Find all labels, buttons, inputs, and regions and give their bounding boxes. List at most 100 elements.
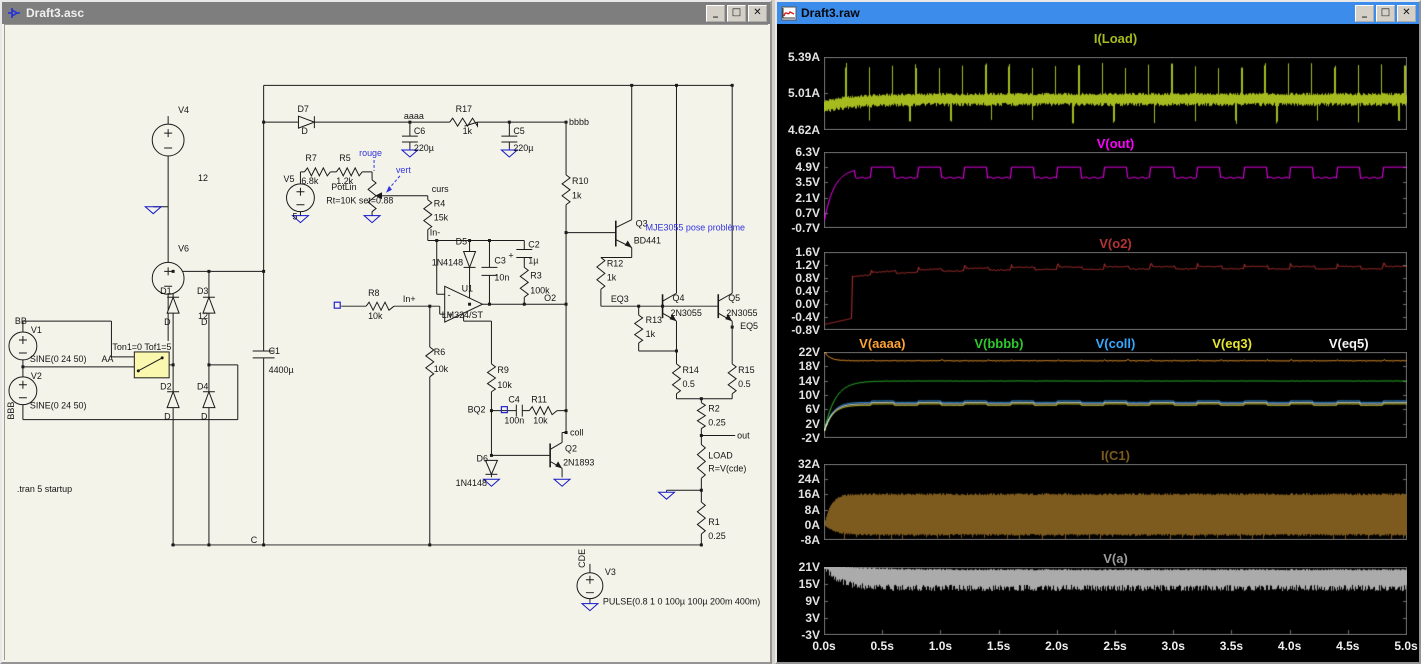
schematic-label: C2 bbox=[528, 239, 539, 249]
resistor-symbols bbox=[304, 118, 736, 534]
schematic-label: D bbox=[301, 126, 308, 136]
schematic-label: In+ bbox=[403, 294, 416, 304]
close-button[interactable]: ✕ bbox=[748, 5, 767, 22]
schematic-label: + bbox=[508, 250, 513, 260]
schematic-label: - bbox=[448, 290, 451, 300]
y-axis-tick-label: -0.4V bbox=[779, 310, 820, 324]
schematic-label: R12 bbox=[607, 258, 623, 268]
schematic-label: out bbox=[737, 430, 750, 440]
ltspice-waveform-icon bbox=[781, 6, 797, 21]
schematic-label: R11 bbox=[531, 395, 547, 405]
x-axis-tick-label: 3.0s bbox=[1162, 639, 1185, 653]
waveform-titlebar[interactable]: Draft3.raw _ □ ✕ bbox=[777, 2, 1419, 24]
y-axis-tick-label: 21V bbox=[779, 560, 820, 574]
schematic-label: D7 bbox=[297, 104, 308, 114]
voltage-source-symbols bbox=[9, 124, 603, 599]
schematic-label: 0.5 bbox=[738, 379, 750, 389]
schematic-canvas[interactable]: V412V612D7DaaaaC6220µR171kC5220µbbbbR101… bbox=[4, 24, 768, 660]
schematic-label: Rt=10K set=0.88 bbox=[326, 196, 393, 206]
x-axis-tick-label: 5.0s bbox=[1394, 639, 1417, 653]
y-axis-tick-label: -0.7V bbox=[779, 221, 820, 235]
schematic-label: R4 bbox=[434, 199, 445, 209]
pane-title-V(out)[interactable]: V(out) bbox=[824, 136, 1407, 151]
schematic-label: D bbox=[164, 412, 171, 422]
schematic-label: D3 bbox=[197, 286, 208, 296]
y-axis-tick-label: 4.62A bbox=[779, 123, 820, 137]
schematic-label: coll bbox=[570, 428, 583, 438]
y-axis-tick-label: 0A bbox=[779, 518, 820, 532]
x-axis-tick-label: 1.5s bbox=[987, 639, 1010, 653]
schematic-label: R15 bbox=[738, 365, 754, 375]
schematic-window: Draft3.asc _ □ ✕ bbox=[0, 0, 772, 664]
schematic-drawing: V412V612D7DaaaaC6220µR171kC5220µbbbbR101… bbox=[4, 24, 768, 660]
waveform-pane-canvas-0[interactable] bbox=[824, 57, 1407, 130]
minimize-button[interactable]: _ bbox=[1355, 5, 1374, 22]
schematic-label: SINE(0 24 50) bbox=[30, 401, 87, 411]
schematic-label: R9 bbox=[497, 365, 508, 375]
schematic-label: 1k bbox=[607, 272, 617, 282]
schematic-label: C6 bbox=[414, 126, 425, 136]
schematic-label: 1N4148 bbox=[432, 257, 463, 267]
legend-trace-V(aaaa)[interactable]: V(aaaa) bbox=[859, 336, 905, 351]
ground-symbols bbox=[145, 148, 674, 611]
y-axis-tick-label: -8A bbox=[779, 533, 820, 547]
schematic-label: C1 bbox=[269, 346, 280, 356]
schematic-label: C4 bbox=[508, 395, 519, 405]
y-axis-tick-label: 2V bbox=[779, 417, 820, 431]
waveform-plot-area[interactable]: I(Load)5.39A5.01A4.62AV(out)6.3V4.9V3.5V… bbox=[779, 24, 1417, 660]
y-axis-tick-label: -2V bbox=[779, 431, 820, 445]
schematic-label: BD441 bbox=[634, 236, 661, 246]
maximize-button[interactable]: □ bbox=[1376, 5, 1395, 22]
schematic-label: 1N4148 bbox=[456, 478, 487, 488]
legend-trace-V(eq5)[interactable]: V(eq5) bbox=[1329, 336, 1369, 351]
schematic-label: D5 bbox=[456, 237, 467, 247]
y-axis-tick-label: 8A bbox=[779, 503, 820, 517]
waveform-pane-canvas-4[interactable] bbox=[824, 464, 1407, 540]
schematic-labels: V412V612D7DaaaaC6220µR171kC5220µbbbbR101… bbox=[6, 104, 760, 606]
schematic-label: 0.5 bbox=[682, 379, 694, 389]
waveform-pane-canvas-3[interactable] bbox=[824, 352, 1407, 438]
schematic-label: rouge bbox=[359, 148, 382, 158]
waveform-pane-canvas-2[interactable] bbox=[824, 252, 1407, 330]
minimize-button[interactable]: _ bbox=[706, 5, 725, 22]
schematic-label: bbbb bbox=[569, 117, 589, 127]
legend-trace-V(bbbb)[interactable]: V(bbbb) bbox=[974, 336, 1023, 351]
y-axis-tick-label: 32A bbox=[779, 457, 820, 471]
schematic-label: EQ5 bbox=[740, 321, 758, 331]
schematic-label: 1k bbox=[463, 126, 473, 136]
schematic-label: .tran 5 startup bbox=[17, 484, 72, 494]
y-axis-tick-label: 22V bbox=[779, 345, 820, 359]
schematic-label: R2 bbox=[708, 404, 719, 414]
schematic-label: C3 bbox=[494, 255, 505, 265]
schematic-label: BB bbox=[15, 316, 27, 326]
schematic-window-title: Draft3.asc bbox=[26, 6, 706, 20]
legend-trace-V(coll)[interactable]: V(coll) bbox=[1096, 336, 1136, 351]
schematic-titlebar[interactable]: Draft3.asc _ □ ✕ bbox=[2, 2, 770, 24]
y-axis-tick-label: 0.0V bbox=[779, 297, 820, 311]
pane-title-V(a)[interactable]: V(a) bbox=[824, 551, 1407, 566]
x-axis-tick-label: 0.0s bbox=[812, 639, 835, 653]
schematic-label: 0.25 bbox=[708, 531, 725, 541]
schematic-label: 1µ bbox=[528, 255, 538, 265]
schematic-label: EQ3 bbox=[611, 294, 629, 304]
schematic-label: CDE bbox=[577, 549, 587, 568]
legend-trace-V(eq3)[interactable]: V(eq3) bbox=[1212, 336, 1252, 351]
pane-title-I(Load)[interactable]: I(Load) bbox=[824, 31, 1407, 46]
y-axis-tick-label: 0.8V bbox=[779, 271, 820, 285]
maximize-button[interactable]: □ bbox=[727, 5, 746, 22]
schematic-label: V5 bbox=[284, 174, 295, 184]
schematic-label: 2N1893 bbox=[563, 457, 594, 467]
waveform-pane-canvas-1[interactable] bbox=[824, 152, 1407, 228]
waveform-pane-canvas-5[interactable] bbox=[824, 567, 1407, 635]
schematic-label: Q5 bbox=[728, 293, 740, 303]
schematic-label: 220µ bbox=[414, 143, 434, 153]
y-axis-tick-label: 9V bbox=[779, 594, 820, 608]
schematic-label: 1k bbox=[572, 191, 582, 201]
close-button[interactable]: ✕ bbox=[1397, 5, 1416, 22]
schematic-label: 6.8k bbox=[301, 176, 318, 186]
pane-title-I(C1)[interactable]: I(C1) bbox=[824, 448, 1407, 463]
schematic-label: D4 bbox=[197, 382, 208, 392]
schematic-label: AA bbox=[101, 354, 113, 364]
schematic-label: R6 bbox=[434, 347, 445, 357]
pane-title-V(o2)[interactable]: V(o2) bbox=[824, 236, 1407, 251]
